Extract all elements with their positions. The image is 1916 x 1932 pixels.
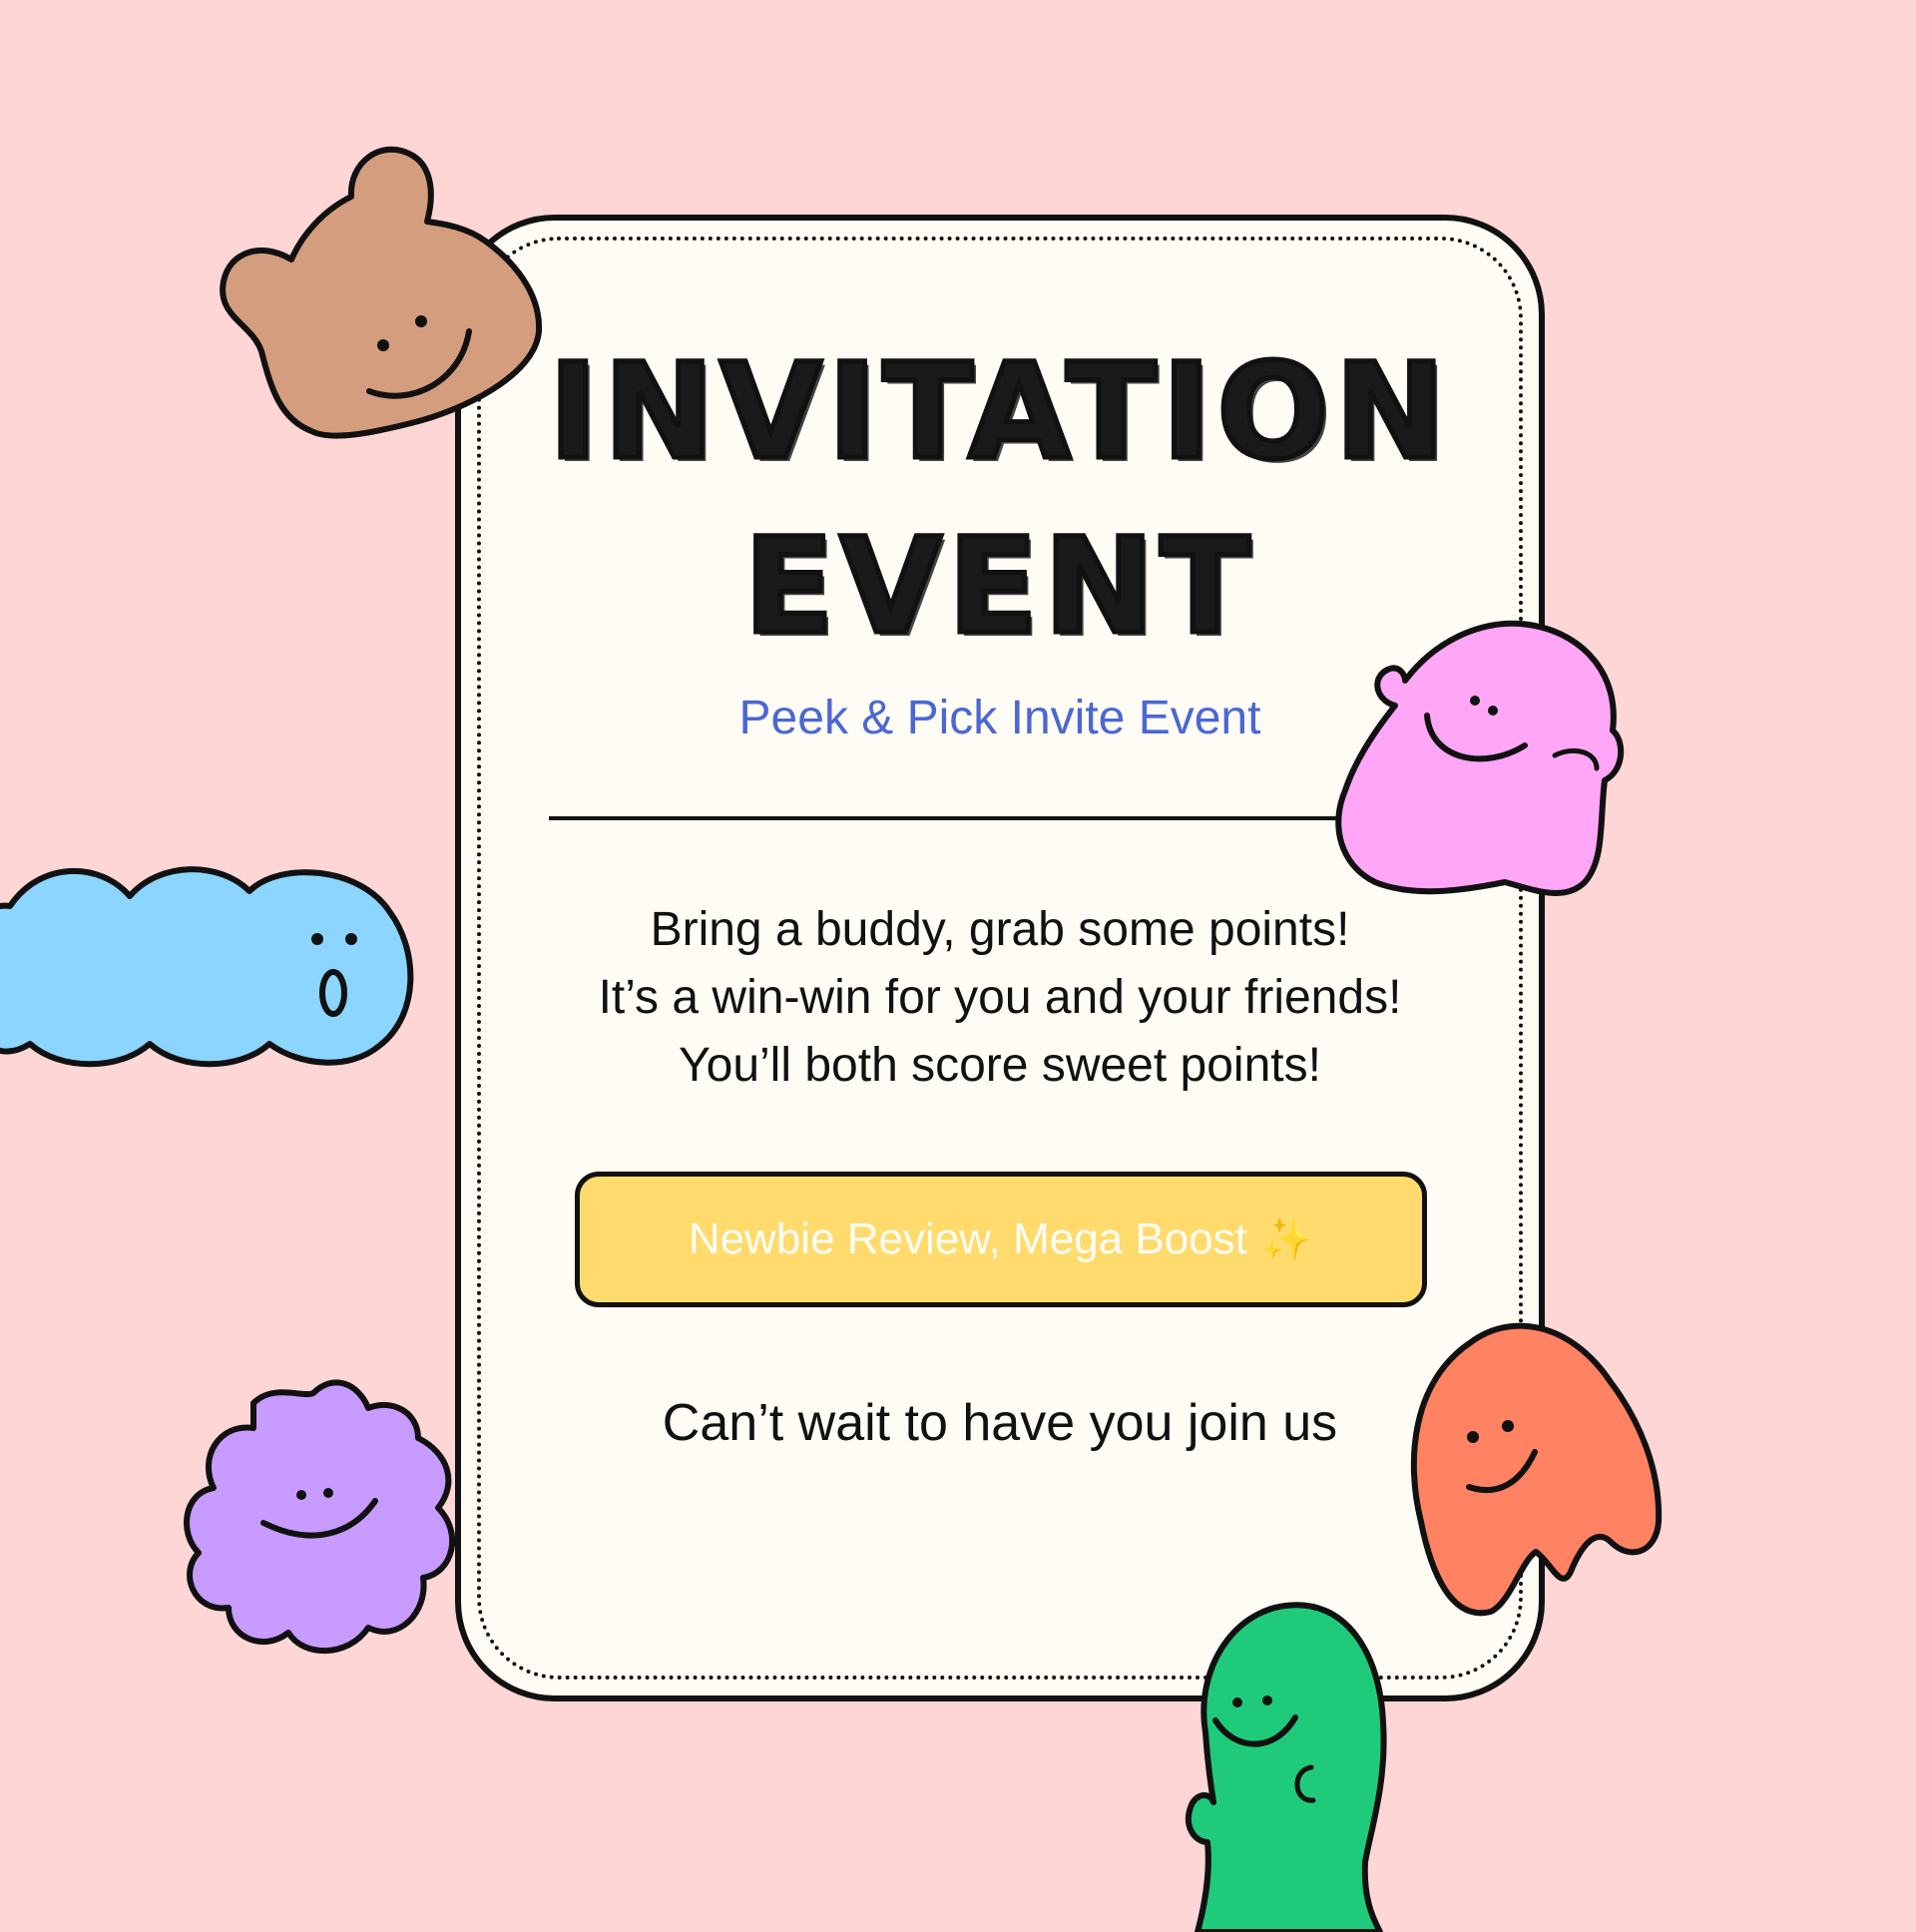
newbie-review-button-label: Newbie Review, Mega Boost (688, 1214, 1247, 1263)
newbie-review-button[interactable]: Newbie Review, Mega Boost ✨ (575, 1172, 1427, 1307)
pink-blob-character (1335, 620, 1625, 902)
event-description: Bring a buddy, grab some points! It’s a … (455, 896, 1545, 1100)
title-line-1: INVITATION (546, 335, 1452, 489)
bear-character (220, 142, 547, 446)
description-line-2: It’s a win-win for you and your friends! (598, 971, 1402, 1024)
sparkles-icon: ✨ (1260, 1214, 1314, 1263)
orange-ghost-character (1410, 1322, 1663, 1617)
purple-blob-character (184, 1373, 463, 1655)
closing-message: Can’t wait to have you join us (662, 1394, 1338, 1452)
description-line-1: Bring a buddy, grab some points! (650, 903, 1350, 956)
divider (549, 816, 1352, 820)
blue-cloud-character (0, 866, 427, 1070)
description-line-3: You’ll both score sweet points! (679, 1039, 1321, 1092)
green-bean-character (1186, 1602, 1391, 1932)
